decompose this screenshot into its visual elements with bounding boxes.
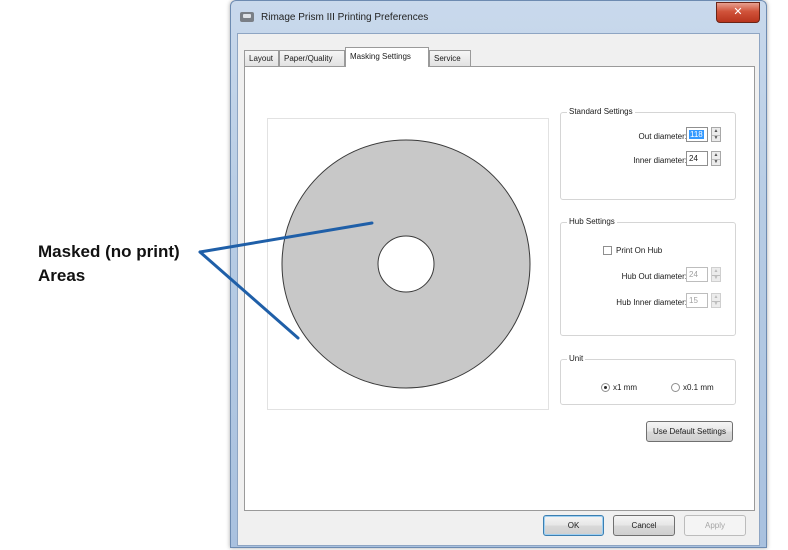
unit-01mm-radio[interactable] bbox=[671, 383, 680, 392]
inner-diameter-spinner[interactable]: ▲ ▼ bbox=[711, 151, 721, 166]
disc-center-hole bbox=[377, 235, 435, 293]
title-bar[interactable]: Rimage Prism III Printing Preferences ✕ bbox=[231, 1, 766, 31]
disc-preview-canvas bbox=[281, 139, 531, 389]
dialog-client-area: Layout Paper/Quality Masking Settings Se… bbox=[237, 33, 760, 546]
unit-1mm-radio[interactable] bbox=[601, 383, 610, 392]
hub-inner-diameter-label: Hub Inner diameter: bbox=[616, 298, 687, 307]
spin-down-icon[interactable]: ▼ bbox=[712, 159, 720, 166]
use-default-settings-button[interactable]: Use Default Settings bbox=[646, 421, 733, 442]
hub-inner-diameter-spinner[interactable]: ▲ ▼ bbox=[711, 293, 721, 308]
hub-out-diameter-input[interactable]: 24 bbox=[686, 267, 708, 282]
print-on-hub-label: Print On Hub bbox=[616, 246, 663, 255]
tab-masking-settings[interactable]: Masking Settings bbox=[345, 47, 429, 67]
inner-diameter-label: Inner diameter: bbox=[633, 156, 687, 165]
window-title: Rimage Prism III Printing Preferences bbox=[261, 12, 429, 23]
standard-settings-title: Standard Settings bbox=[567, 107, 635, 116]
masking-settings-panel: Standard Settings Out diameter: 118 ▲ ▼ … bbox=[244, 66, 755, 511]
hub-inner-diameter-input[interactable]: 15 bbox=[686, 293, 708, 308]
print-on-hub-checkbox[interactable] bbox=[603, 246, 612, 255]
standard-settings-group: Standard Settings Out diameter: 118 ▲ ▼ … bbox=[560, 107, 736, 200]
hub-out-diameter-spinner[interactable]: ▲ ▼ bbox=[711, 267, 721, 282]
spin-down-icon[interactable]: ▼ bbox=[712, 275, 720, 282]
out-diameter-input[interactable]: 118 bbox=[686, 127, 708, 142]
hub-out-diameter-label: Hub Out diameter: bbox=[621, 272, 687, 281]
cancel-button[interactable]: Cancel bbox=[613, 515, 675, 536]
printer-icon bbox=[240, 12, 254, 22]
tab-service[interactable]: Service bbox=[429, 50, 471, 66]
disc-preview bbox=[267, 118, 549, 410]
unit-group: Unit x1 mm x0.1 mm bbox=[560, 354, 736, 405]
hub-settings-title: Hub Settings bbox=[567, 217, 617, 226]
apply-button[interactable]: Apply bbox=[684, 515, 746, 536]
callout-label-line2: Areas bbox=[38, 266, 86, 285]
printing-preferences-window: Rimage Prism III Printing Preferences ✕ … bbox=[230, 0, 767, 548]
callout-label-line1: Masked (no print) bbox=[38, 242, 180, 261]
out-diameter-spinner[interactable]: ▲ ▼ bbox=[711, 127, 721, 142]
inner-diameter-input[interactable]: 24 bbox=[686, 151, 708, 166]
spin-down-icon[interactable]: ▼ bbox=[712, 301, 720, 308]
out-diameter-label: Out diameter: bbox=[638, 132, 687, 141]
unit-01mm-label: x0.1 mm bbox=[683, 383, 714, 392]
unit-1mm-label: x1 mm bbox=[613, 383, 637, 392]
hub-settings-group: Hub Settings Print On Hub Hub Out diamet… bbox=[560, 217, 736, 336]
ok-button[interactable]: OK bbox=[543, 515, 604, 536]
spin-down-icon[interactable]: ▼ bbox=[712, 135, 720, 142]
close-button[interactable]: ✕ bbox=[716, 2, 760, 23]
tab-layout[interactable]: Layout bbox=[244, 50, 279, 66]
unit-title: Unit bbox=[567, 354, 586, 363]
out-diameter-value: 118 bbox=[689, 130, 704, 139]
tab-paper-quality[interactable]: Paper/Quality bbox=[279, 50, 345, 66]
